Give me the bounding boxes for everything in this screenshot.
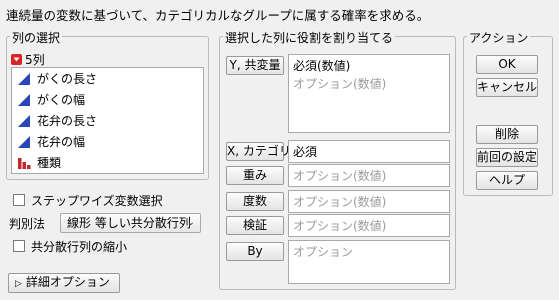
column-item-species[interactable]: 種類 bbox=[12, 152, 203, 173]
continuous-icon bbox=[17, 72, 31, 86]
red-triangle-menu-icon[interactable] bbox=[11, 54, 22, 65]
remove-button[interactable]: 削除 bbox=[476, 125, 538, 144]
column-item-petal-length[interactable]: 花弁の長さ bbox=[12, 110, 203, 131]
by-button[interactable]: By bbox=[226, 242, 284, 261]
method-select[interactable]: 線形 等しい共分散行列 ⌄ bbox=[60, 213, 201, 233]
column-item-label: がくの幅 bbox=[37, 93, 86, 107]
column-item-sepal-length[interactable]: がくの長さ bbox=[12, 68, 203, 89]
column-item-label: がくの長さ bbox=[37, 72, 98, 86]
y-role-box[interactable]: 必須(数値) オプション(数値) bbox=[288, 54, 450, 133]
column-item-sepal-width[interactable]: がくの幅 bbox=[12, 89, 203, 110]
advanced-options-button[interactable]: ▷ 詳細オプション bbox=[8, 273, 120, 293]
column-item-petal-width[interactable]: 花弁の幅 bbox=[12, 131, 203, 152]
recall-button[interactable]: 前回の設定 bbox=[476, 148, 538, 167]
validation-button[interactable]: 検証 bbox=[226, 216, 284, 235]
shrink-covariance-checkbox[interactable] bbox=[13, 240, 25, 252]
column-item-label: 種類 bbox=[37, 156, 62, 170]
continuous-icon bbox=[17, 135, 31, 149]
role-assignment-title: 選択した列に役割を割り当てる bbox=[223, 29, 396, 46]
method-select-value: 線形 等しい共分散行列 bbox=[67, 216, 191, 230]
nominal-icon bbox=[17, 156, 31, 170]
y-covariate-button[interactable]: Y, 共変量 bbox=[226, 56, 284, 75]
column-count-label: 5列 bbox=[25, 53, 45, 67]
column-list[interactable]: がくの長さ がくの幅 花弁の長さ 花弁の幅 種類 bbox=[11, 67, 204, 174]
freq-role-box[interactable]: オプション(数値) bbox=[288, 190, 450, 213]
cancel-button[interactable]: キャンセル bbox=[476, 78, 538, 97]
y-required-text: 必須(数値) bbox=[293, 59, 351, 73]
help-button[interactable]: ヘルプ bbox=[476, 171, 538, 190]
weight-role-box[interactable]: オプション(数値) bbox=[288, 164, 450, 187]
stepwise-checkbox[interactable] bbox=[13, 194, 25, 206]
method-label: 判別法 bbox=[9, 217, 46, 231]
column-selection-title: 列の選択 bbox=[10, 29, 63, 46]
y-optional-text: オプション(数値) bbox=[293, 77, 387, 91]
actions-title: アクション bbox=[467, 29, 531, 46]
ok-button[interactable]: OK bbox=[476, 55, 538, 74]
x-required-text: 必須 bbox=[293, 145, 318, 159]
continuous-icon bbox=[17, 93, 31, 107]
weight-button[interactable]: 重み bbox=[226, 166, 284, 185]
stepwise-label: ステップワイズ変数選択 bbox=[31, 194, 163, 208]
continuous-icon bbox=[17, 114, 31, 128]
freq-button[interactable]: 度数 bbox=[226, 192, 284, 211]
advanced-options-label: 詳細オプション bbox=[25, 275, 110, 289]
disclosure-triangle-icon: ▷ bbox=[15, 279, 22, 289]
x-category-button[interactable]: X, カテゴリ bbox=[226, 142, 291, 161]
column-item-label: 花弁の幅 bbox=[37, 135, 86, 149]
validation-role-box[interactable]: オプション(数値) bbox=[288, 214, 450, 237]
dialog-description: 連続量の変数に基づいて、カテゴリカルなグループに属する確率を求める。 bbox=[6, 8, 430, 23]
column-count-disclosure[interactable]: 5列 bbox=[11, 51, 45, 68]
chevron-down-icon: ⌄ bbox=[186, 217, 195, 228]
shrink-covariance-label: 共分散行列の縮小 bbox=[31, 240, 128, 254]
by-role-box[interactable]: オプション bbox=[288, 240, 450, 284]
column-item-label: 花弁の長さ bbox=[37, 114, 98, 128]
x-role-box[interactable]: 必須 bbox=[288, 140, 450, 163]
